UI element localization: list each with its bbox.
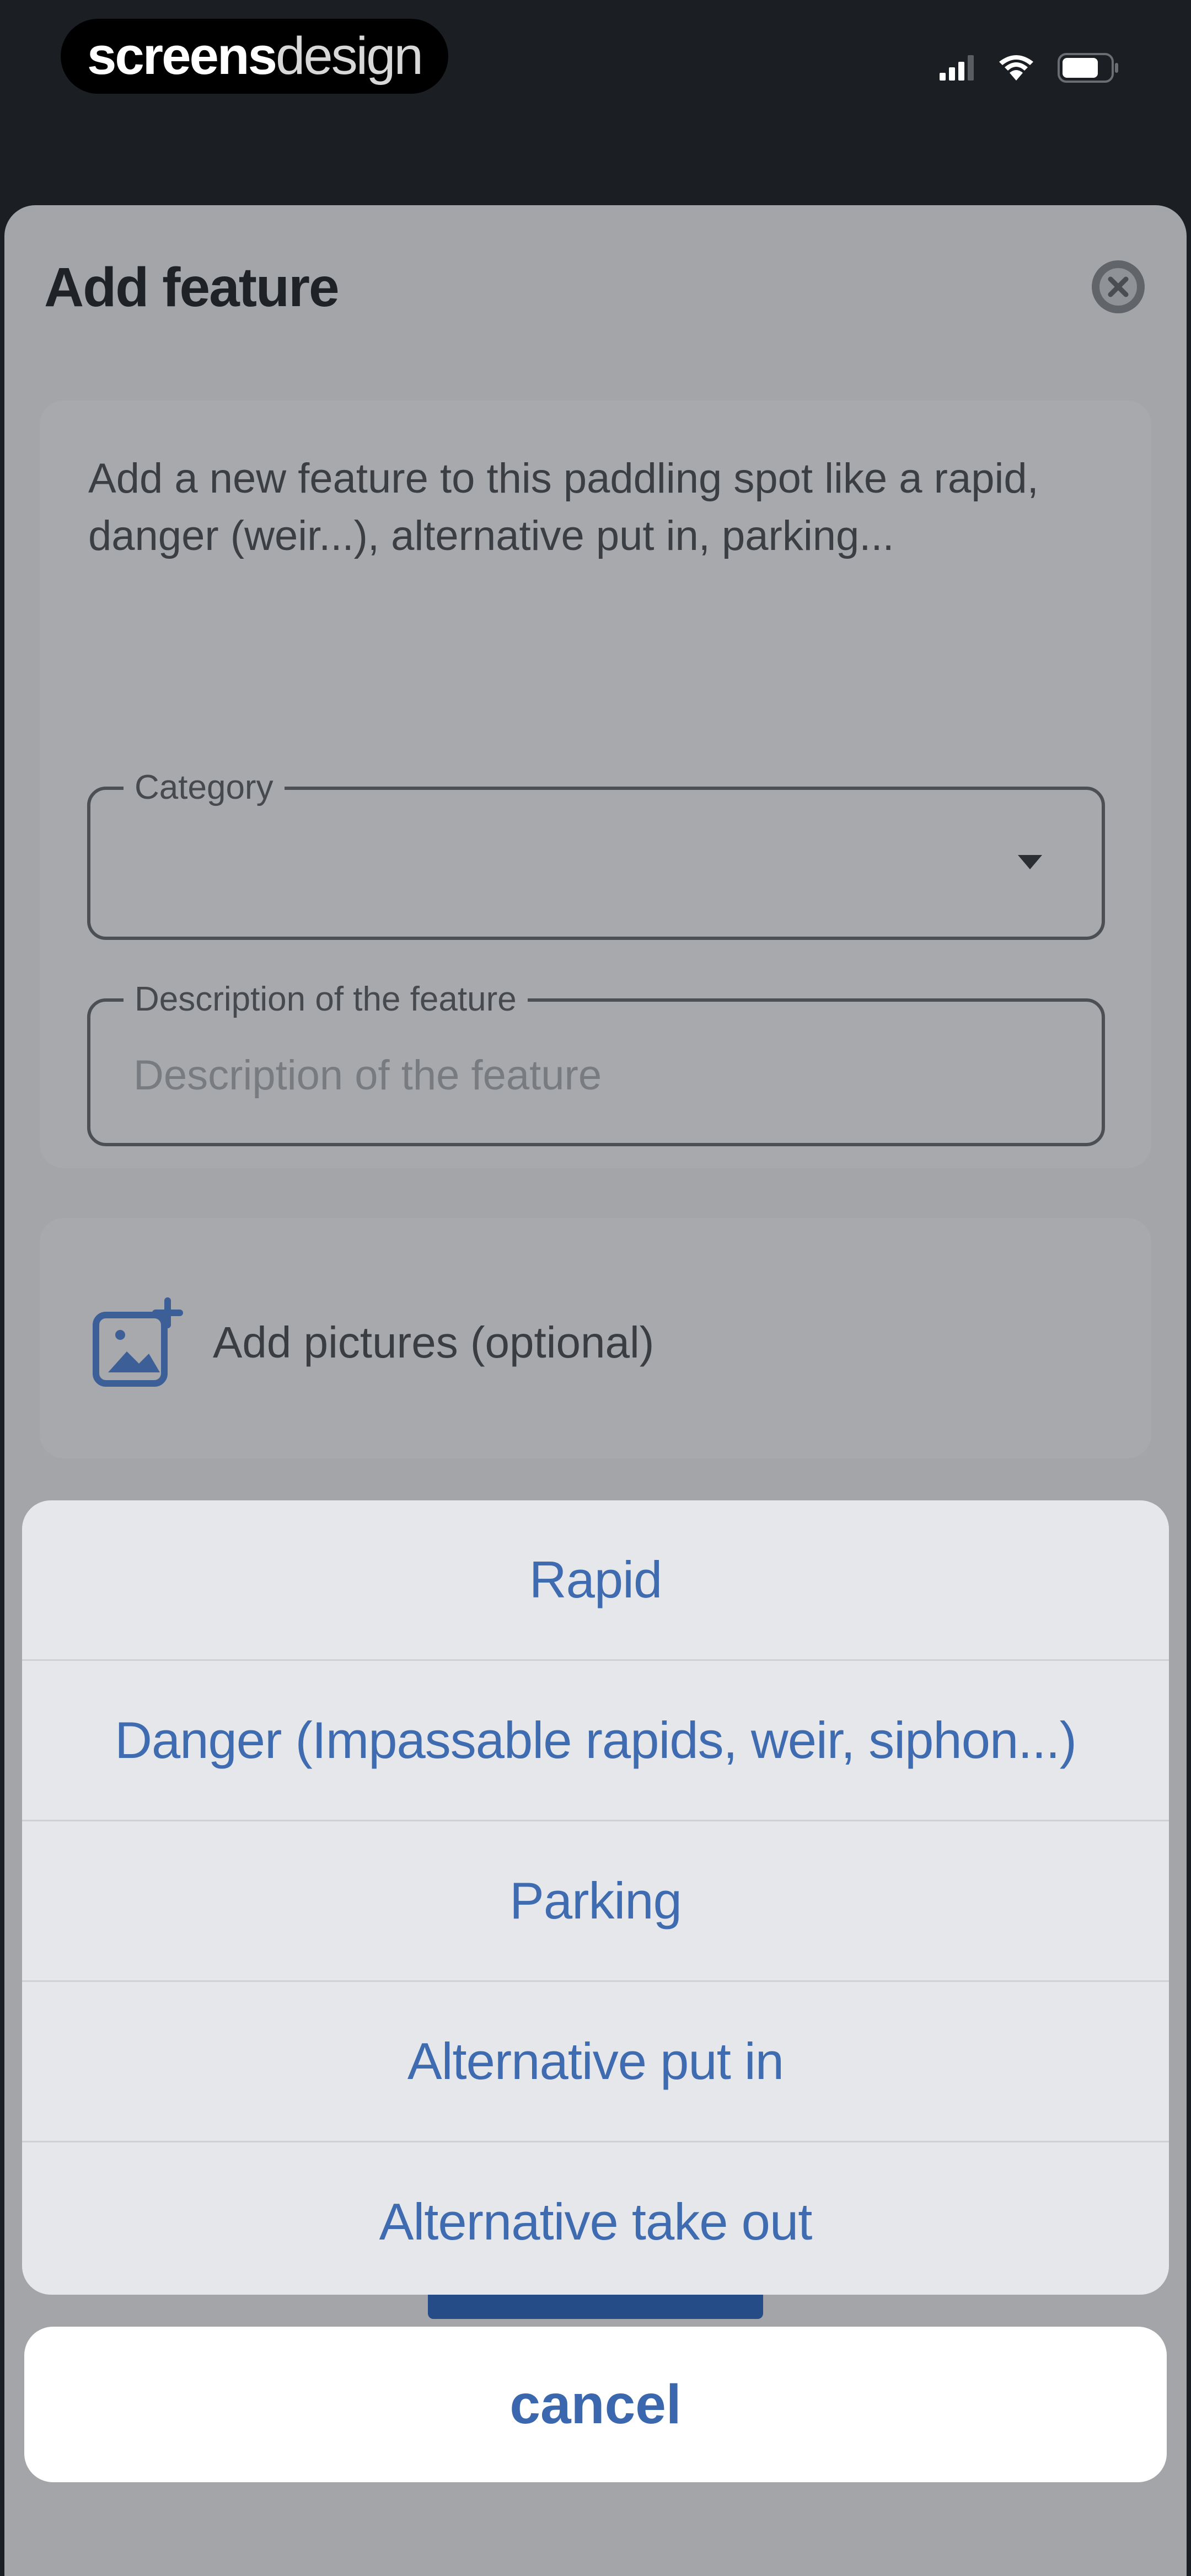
- category-action-sheet: Rapid Danger (Impassable rapids, weir, s…: [22, 1500, 1169, 2295]
- wifi-icon: [999, 55, 1033, 81]
- page-title: Add feature: [44, 256, 340, 318]
- cellular-signal-icon: [940, 55, 974, 81]
- description-placeholder: Description of the feature: [133, 1052, 602, 1099]
- status-bar: screens design: [0, 0, 1191, 121]
- screen: screens design Add feature Add a new fea…: [0, 0, 1191, 2576]
- option-rapid[interactable]: Rapid: [22, 1500, 1169, 1661]
- description-field[interactable]: Description of the feature Description o…: [87, 977, 1105, 1146]
- category-label: Category: [124, 766, 285, 810]
- close-icon[interactable]: [1091, 259, 1146, 314]
- option-alternative-put-in[interactable]: Alternative put in: [22, 1982, 1169, 2142]
- sheet-header: Add feature: [4, 205, 1187, 365]
- cancel-button[interactable]: cancel: [24, 2327, 1167, 2482]
- option-alternative-take-out[interactable]: Alternative take out: [22, 2142, 1169, 2295]
- form-card: Category Description of the feature Desc…: [40, 716, 1151, 1168]
- option-danger[interactable]: Danger (Impassable rapids, weir, siphon.…: [22, 1661, 1169, 1821]
- watermark-light-text: design: [275, 26, 423, 85]
- dropdown-arrow-icon[interactable]: [1018, 855, 1042, 869]
- category-select[interactable]: Category: [87, 766, 1105, 940]
- battery-icon: [1058, 53, 1118, 83]
- watermark-bold-text: screens: [87, 26, 277, 85]
- intro-text: Add a new feature to this paddling spot …: [88, 455, 1039, 559]
- add-pictures-card[interactable]: Add pictures (optional): [40, 1218, 1151, 1458]
- add-pictures-label: Add pictures (optional): [213, 1318, 654, 1367]
- add-photo-icon: [93, 1297, 183, 1387]
- screensdesign-watermark: screens design: [61, 19, 448, 94]
- option-parking[interactable]: Parking: [22, 1821, 1169, 1982]
- status-icons: [940, 49, 1119, 87]
- description-label: Description of the feature: [124, 977, 528, 1022]
- primary-button-peek: [428, 2292, 763, 2319]
